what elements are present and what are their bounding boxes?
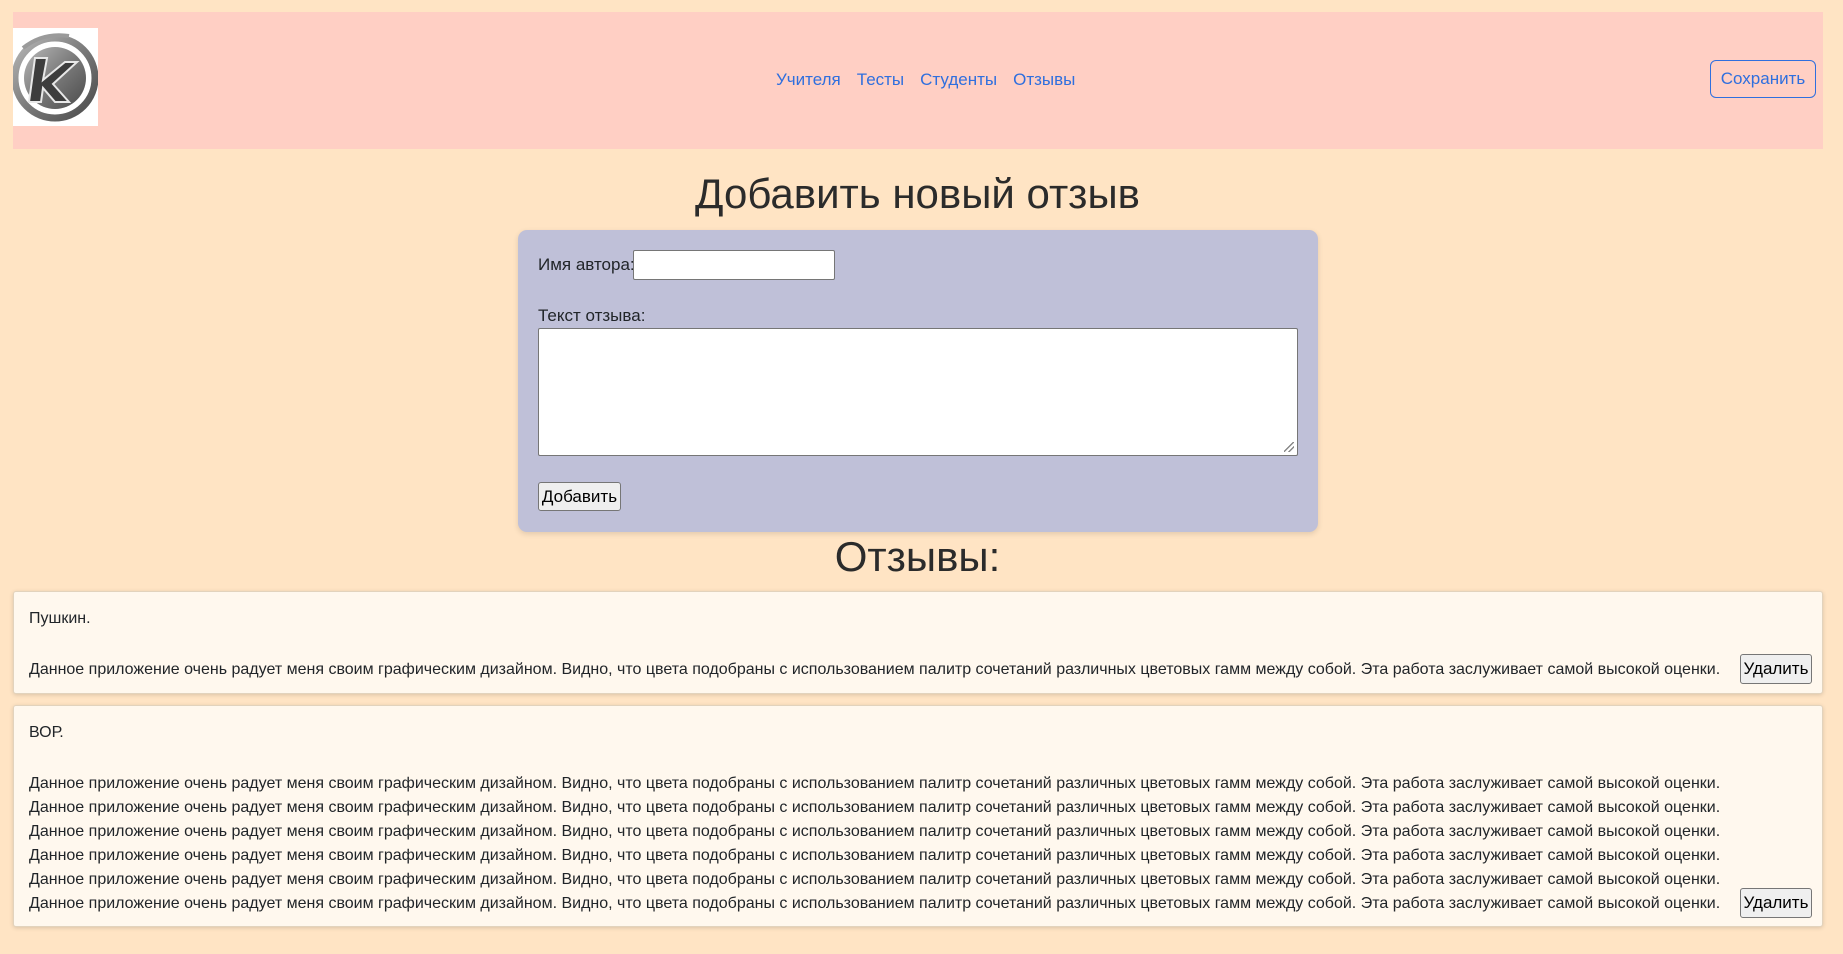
author-name-label: Имя автора: <box>538 255 635 274</box>
review-text: Данное приложение очень радует меня свои… <box>29 661 1721 678</box>
review-card: Пушкин. Данное приложение очень радует м… <box>13 591 1823 694</box>
nav-link-reviews[interactable]: Отзывы <box>1013 70 1075 90</box>
review-author: Пушкин. <box>29 610 91 627</box>
nav-link-teachers[interactable]: Учителя <box>776 70 841 90</box>
top-navbar: Учителя Тесты Студенты Отзывы Сохранить <box>11 12 1823 149</box>
nav-link-tests[interactable]: Тесты <box>857 70 904 90</box>
delete-review-button[interactable]: Удалить <box>1740 654 1812 684</box>
site-logo[interactable] <box>11 28 99 126</box>
review-text-label: Текст отзыва: <box>538 306 646 325</box>
resize-grip-icon[interactable] <box>1284 442 1294 452</box>
save-button[interactable]: Сохранить <box>1710 60 1816 98</box>
reviews-heading: Отзывы: <box>834 533 1001 580</box>
review-text-input[interactable] <box>538 328 1298 456</box>
add-review-form: Имя автора: Текст отзыва: Добавить <box>518 230 1318 532</box>
nav-links: Учителя Тесты Студенты Отзывы <box>776 70 1091 90</box>
page-title: Добавить новый отзыв <box>695 170 1140 217</box>
logo-emblem-icon <box>11 33 99 122</box>
review-author: ВОР. <box>29 724 64 741</box>
review-text: Данное приложение очень радует меня свои… <box>29 775 1721 912</box>
review-card: ВОР. Данное приложение очень радует меня… <box>13 705 1823 927</box>
author-name-input[interactable] <box>633 250 835 280</box>
add-review-button[interactable]: Добавить <box>538 482 621 511</box>
nav-link-students[interactable]: Студенты <box>920 70 997 90</box>
delete-review-button[interactable]: Удалить <box>1740 888 1812 918</box>
